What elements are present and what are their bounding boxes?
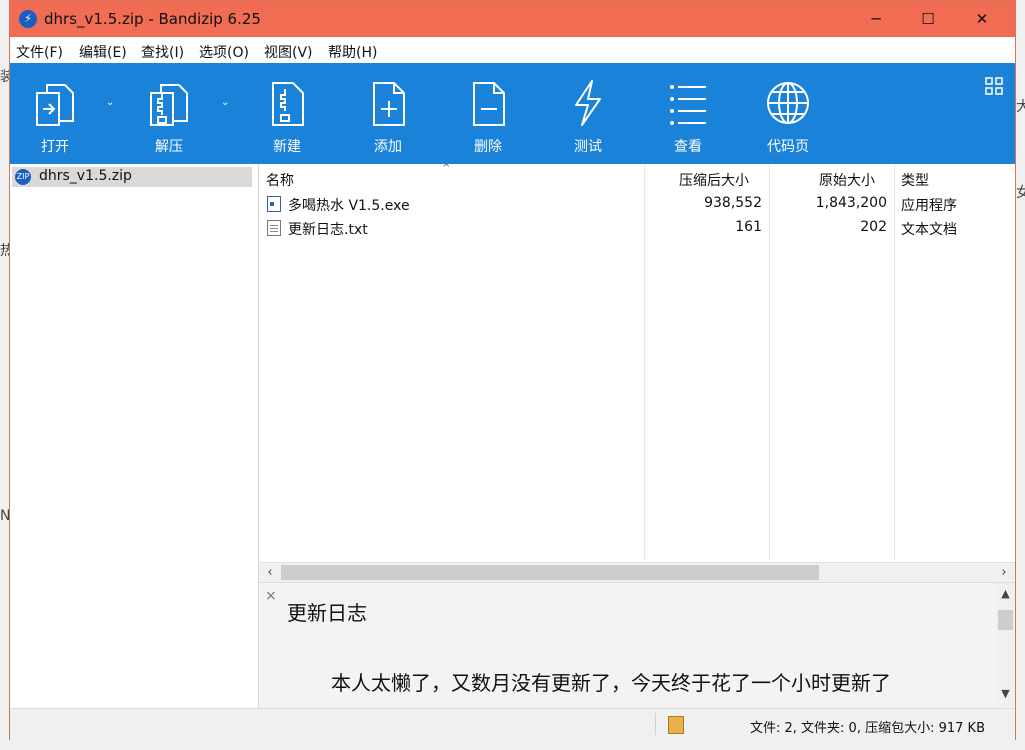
background-text-fragment: 大 xyxy=(1016,99,1025,115)
sort-ascending-icon: ^ xyxy=(442,163,451,174)
bandizip-logo-icon: ⚡ xyxy=(19,10,37,28)
column-header-name[interactable]: 名称 xyxy=(266,170,294,190)
menu-help[interactable]: 帮助(H) xyxy=(328,42,377,62)
scroll-up-chevron-icon[interactable]: ▲ xyxy=(996,587,1015,600)
extract-dropdown-chevron-icon[interactable]: ⌄ xyxy=(221,97,231,108)
close-preview-icon[interactable]: × xyxy=(265,588,277,604)
test-label: 测试 xyxy=(574,139,602,155)
horizontal-scroll-thumb[interactable] xyxy=(281,565,819,580)
menu-bar: 文件(F) 编辑(E) 查找(I) 选项(O) 视图(V) 帮助(H) xyxy=(10,37,1015,63)
open-icon xyxy=(36,84,74,126)
scroll-down-chevron-icon[interactable]: ▼ xyxy=(996,687,1015,700)
add-button[interactable]: 添加 xyxy=(353,63,423,164)
extract-icon xyxy=(150,84,188,126)
codepage-label: 代码页 xyxy=(767,139,809,155)
file-original-size: 1,843,200 xyxy=(815,195,887,211)
file-type: 文本文档 xyxy=(901,222,957,238)
preview-pane: × 更新日志 本人太懒了，又数月没有更新了，今天终于花了一个小时更新了 ▲ ▼ xyxy=(259,582,1015,709)
file-name: 更新日志.txt xyxy=(288,222,368,238)
status-summary: 文件: 2, 文件夹: 0, 压缩包大小: 917 KB xyxy=(750,721,985,736)
preview-title: 更新日志 xyxy=(287,601,367,625)
tree-item-label: dhrs_v1.5.zip xyxy=(39,168,132,184)
window-title: dhrs_v1.5.zip - Bandizip 6.25 xyxy=(44,10,261,28)
zip-folder-icon xyxy=(668,716,684,734)
view-label: 查看 xyxy=(674,139,702,155)
file-type: 应用程序 xyxy=(901,198,957,214)
file-compressed-size: 938,552 xyxy=(704,195,762,211)
open-button[interactable]: 打开 xyxy=(20,63,90,164)
toolbar: 打开 ⌄ 解压 ⌄ 新建 添加 删除 测试 查看 代码页 xyxy=(10,63,1015,164)
view-list-icon xyxy=(670,85,706,125)
column-header-type[interactable]: 类型 xyxy=(901,170,929,190)
add-label: 添加 xyxy=(374,139,402,155)
archive-tree: ZIP dhrs_v1.5.zip xyxy=(10,164,259,708)
title-bar[interactable]: ⚡ dhrs_v1.5.zip - Bandizip 6.25 ─ ☐ ✕ xyxy=(10,1,1015,37)
menu-file[interactable]: 文件(F) xyxy=(16,42,63,62)
new-archive-icon xyxy=(272,82,304,126)
codepage-button[interactable]: 代码页 xyxy=(753,63,823,164)
tree-item-archive[interactable]: ZIP dhrs_v1.5.zip xyxy=(12,167,252,187)
status-bar: 文件: 2, 文件夹: 0, 压缩包大小: 917 KB xyxy=(10,708,1015,740)
layout-grid-icon[interactable] xyxy=(985,77,1003,95)
table-row[interactable]: 更新日志.txt 161 202 文本文档 xyxy=(259,216,1015,240)
menu-view[interactable]: 视图(V) xyxy=(264,42,313,62)
table-row[interactable]: 多喝热水 V1.5.exe 938,552 1,843,200 应用程序 xyxy=(259,192,1015,216)
file-list: 名称 ^ 压缩后大小 原始大小 类型 多喝热水 V1.5.exe 938,552… xyxy=(259,163,1015,562)
bandizip-window: ⚡ dhrs_v1.5.zip - Bandizip 6.25 ─ ☐ ✕ 文件… xyxy=(9,0,1016,740)
delete-file-icon xyxy=(473,82,505,126)
menu-find[interactable]: 查找(I) xyxy=(141,42,184,62)
file-original-size: 202 xyxy=(860,219,887,235)
column-header-original-size[interactable]: 原始大小 xyxy=(819,170,875,190)
open-dropdown-chevron-icon[interactable]: ⌄ xyxy=(106,97,116,108)
vertical-scrollbar[interactable]: ▲ ▼ xyxy=(996,583,1015,707)
delete-button[interactable]: 删除 xyxy=(453,63,523,164)
scroll-left-chevron-icon[interactable]: ‹ xyxy=(261,564,279,581)
scroll-right-chevron-icon[interactable]: › xyxy=(995,564,1013,581)
minimize-button[interactable]: ─ xyxy=(853,1,899,37)
exe-file-icon xyxy=(267,196,281,212)
codepage-globe-icon xyxy=(767,82,809,124)
menu-options[interactable]: 选项(O) xyxy=(199,42,249,62)
test-button[interactable]: 测试 xyxy=(553,63,623,164)
new-archive-label: 新建 xyxy=(273,139,301,155)
file-name: 多喝热水 V1.5.exe xyxy=(288,198,410,214)
menu-edit[interactable]: 编辑(E) xyxy=(79,42,127,62)
background-text-fragment: 女 xyxy=(1016,185,1025,201)
add-file-icon xyxy=(373,82,405,126)
horizontal-scrollbar[interactable]: ‹ › xyxy=(259,562,1015,583)
new-archive-button[interactable]: 新建 xyxy=(252,63,322,164)
close-window-button[interactable]: ✕ xyxy=(959,1,1005,37)
open-label: 打开 xyxy=(41,139,69,155)
vertical-scroll-thumb[interactable] xyxy=(998,610,1013,630)
maximize-button[interactable]: ☐ xyxy=(905,1,951,37)
status-divider xyxy=(655,713,656,735)
text-file-icon xyxy=(267,220,281,236)
view-button[interactable]: 查看 xyxy=(653,63,723,164)
extract-button[interactable]: 解压 xyxy=(134,63,204,164)
file-compressed-size: 161 xyxy=(735,219,762,235)
extract-label: 解压 xyxy=(155,139,183,155)
zip-archive-icon: ZIP xyxy=(15,169,31,185)
test-bolt-icon xyxy=(575,80,601,126)
preview-body-text: 本人太懒了，又数月没有更新了，今天终于花了一个小时更新了 xyxy=(331,671,891,695)
column-header-compressed-size[interactable]: 压缩后大小 xyxy=(679,170,749,190)
delete-label: 删除 xyxy=(474,139,502,155)
